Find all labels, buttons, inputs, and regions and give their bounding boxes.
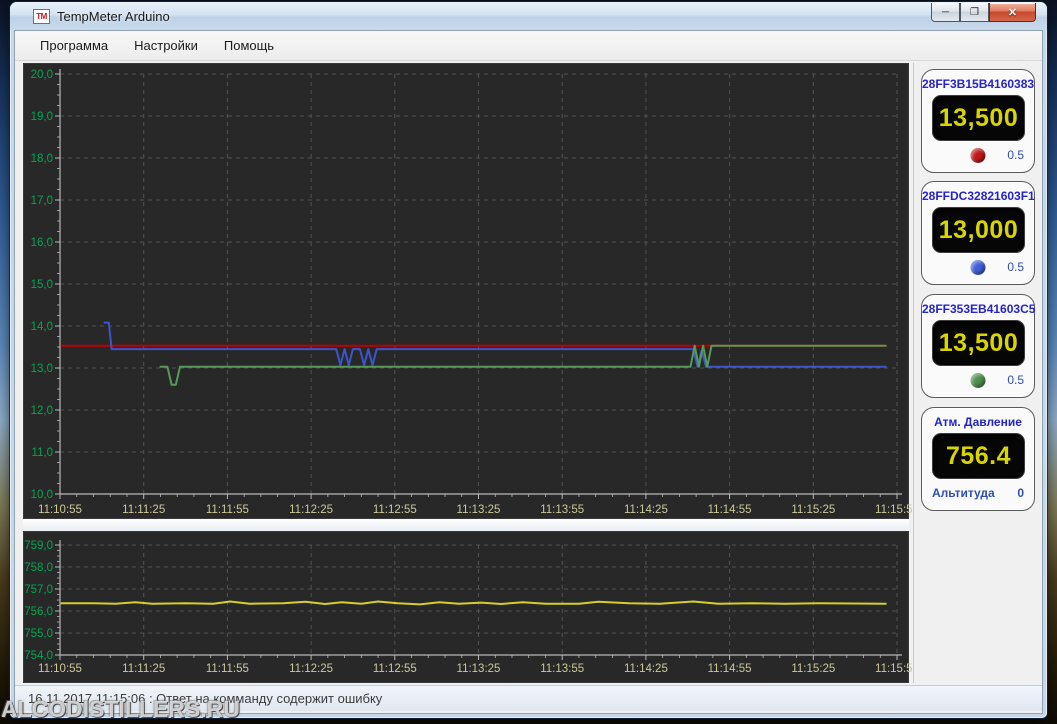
- app-window: TM TempMeter Arduino ─ ❐ ✕ Программа Нас…: [10, 2, 1047, 718]
- series-pressure-yellow: [60, 600, 887, 606]
- x-axis-label: 11:13:55: [540, 663, 584, 675]
- sensor-card-footer: 0.5: [932, 147, 1024, 164]
- y-axis-label: 20,0: [31, 69, 53, 81]
- temperature-chart: 20,0 19,0 18,0 17,0 16,0 15,0 14,0 13,0 12,0 11,0…: [23, 63, 919, 519]
- menu-settings[interactable]: Настройки: [121, 32, 211, 59]
- y-axis-label: 13,0: [31, 363, 53, 375]
- watermark: ALCODISTILLERS.RU: [1, 696, 240, 722]
- x-axis-label: 11:11:25: [122, 504, 165, 516]
- menu-bar: Программа Настройки Помощь: [15, 31, 1042, 61]
- sensor-resolution: 0.5: [1007, 148, 1024, 162]
- sensor-id: 28FF3B15B4160383: [922, 77, 1035, 91]
- x-axis-label: 11:12:25: [289, 504, 333, 516]
- sensor-value-display: 13,500: [932, 95, 1025, 141]
- altitude-value: 0: [1017, 486, 1024, 500]
- y-axis-label: 12,0: [31, 405, 53, 417]
- y-axis-label: 14,0: [31, 321, 53, 333]
- temperature-chart-canvas: 20,0 19,0 18,0 17,0 16,0 15,0 14,0 13,0 12,0 11,0…: [31, 69, 919, 516]
- sensor-color-dot: [970, 373, 986, 388]
- y-axis-label: 755,0: [24, 628, 53, 640]
- menu-program[interactable]: Программа: [27, 32, 121, 59]
- x-axis-label: 11:12:55: [373, 663, 417, 675]
- chart-divider: [23, 519, 909, 531]
- x-axis-label: 11:14:25: [624, 504, 668, 516]
- maximize-icon: ❐: [970, 6, 979, 18]
- x-axis-label: 11:12:25: [289, 663, 333, 675]
- series-temp-green: [159, 344, 887, 386]
- pressure-card: Атм. Давление 756.4 Альтитуда 0: [921, 407, 1035, 511]
- x-axis-label: 11:15:25: [791, 663, 835, 675]
- sensor-value: 13,000: [938, 215, 1019, 244]
- y-axis-label: 754,0: [24, 650, 53, 662]
- pressure-card-footer: Альтитуда 0: [932, 485, 1024, 502]
- x-axis-label: 11:10:55: [38, 663, 82, 675]
- sensor-panel: 28FF3B15B4160383 13,500 0.5 28FFDC328216…: [913, 63, 1041, 683]
- y-axis-label: 15,0: [31, 279, 53, 291]
- sensor-value-display: 13,500: [932, 320, 1025, 366]
- window-controls: ─ ❐ ✕: [931, 3, 1036, 22]
- sensor-id: 28FFDC32821603F1: [922, 189, 1035, 203]
- x-axis-label: 11:13:25: [457, 504, 501, 516]
- x-axis-label: 11:11:55: [206, 663, 249, 675]
- window-title: TempMeter Arduino: [57, 8, 170, 24]
- y-axis-label: 10,0: [31, 489, 53, 501]
- x-axis-label: 11:14:55: [708, 663, 752, 675]
- x-axis-label: 11:14:55: [708, 504, 752, 516]
- screen: TM TempMeter Arduino ─ ❐ ✕ Программа Нас…: [0, 0, 1057, 724]
- maximize-button[interactable]: ❐: [960, 3, 989, 22]
- y-axis-label: 18,0: [31, 153, 53, 165]
- x-axis-label: 11:10:55: [38, 504, 82, 516]
- sensor-card-2: 28FFDC32821603F1 13,000 0.5: [921, 181, 1035, 285]
- sensor-card-1: 28FF3B15B4160383 13,500 0.5: [921, 69, 1035, 173]
- menu-help[interactable]: Помощь: [211, 32, 287, 59]
- sensor-card-3: 28FF353EB41603C5 13,500 0.5: [921, 294, 1035, 398]
- sensor-resolution: 0.5: [1007, 260, 1024, 274]
- x-axis-label: 11:15:25: [791, 504, 835, 516]
- x-axis-label: 11:12:55: [373, 504, 417, 516]
- close-button[interactable]: ✕: [989, 3, 1036, 22]
- y-axis-label: 16,0: [31, 237, 53, 249]
- sensor-value: 13,500: [938, 328, 1019, 357]
- series-temp-blue: [103, 321, 887, 368]
- y-axis-label: 758,0: [24, 562, 53, 574]
- pressure-chart: 759,0 758,0 757,0 756,0 755,0 754,0 11:10:55 11…: [23, 531, 919, 683]
- x-axis-label: 11:11:25: [122, 663, 165, 675]
- y-axis-label: 17,0: [31, 195, 53, 207]
- sensor-card-footer: 0.5: [932, 372, 1024, 389]
- close-icon: ✕: [1007, 6, 1018, 19]
- y-axis-label: 11,0: [31, 447, 53, 459]
- client-area: Программа Настройки Помощь 20,0 19,0 18,0 1…: [14, 30, 1043, 714]
- pressure-chart-canvas: 759,0 758,0 757,0 756,0 755,0 754,011:10:55 11…: [24, 540, 919, 675]
- minimize-icon: ─: [941, 6, 950, 18]
- x-axis-label: 11:11:55: [206, 504, 249, 516]
- pressure-value: 756.4: [945, 441, 1012, 470]
- y-axis-label: 759,0: [24, 540, 53, 552]
- sensor-id: 28FF353EB41603C5: [922, 302, 1036, 316]
- y-axis-label: 19,0: [31, 111, 53, 123]
- sensor-color-dot: [970, 148, 986, 163]
- sensor-value-display: 13,000: [932, 207, 1025, 253]
- pressure-card-title: Атм. Давление: [934, 415, 1022, 429]
- altitude-label: Альтитуда: [932, 486, 995, 500]
- app-icon: TM: [33, 8, 50, 24]
- title-bar[interactable]: TM TempMeter Arduino ─ ❐ ✕: [10, 2, 1047, 30]
- sensor-color-dot: [970, 260, 986, 275]
- minimize-button[interactable]: ─: [931, 3, 960, 22]
- x-axis-label: 11:13:55: [540, 504, 584, 516]
- x-axis-label: 11:14:25: [624, 663, 668, 675]
- sensor-card-footer: 0.5: [932, 259, 1024, 276]
- y-axis-label: 757,0: [24, 584, 53, 596]
- y-axis-label: 756,0: [24, 606, 53, 618]
- pressure-value-display: 756.4: [932, 433, 1025, 479]
- sensor-value: 13,500: [938, 103, 1019, 132]
- x-axis-label: 11:13:25: [457, 663, 501, 675]
- sensor-resolution: 0.5: [1007, 373, 1024, 387]
